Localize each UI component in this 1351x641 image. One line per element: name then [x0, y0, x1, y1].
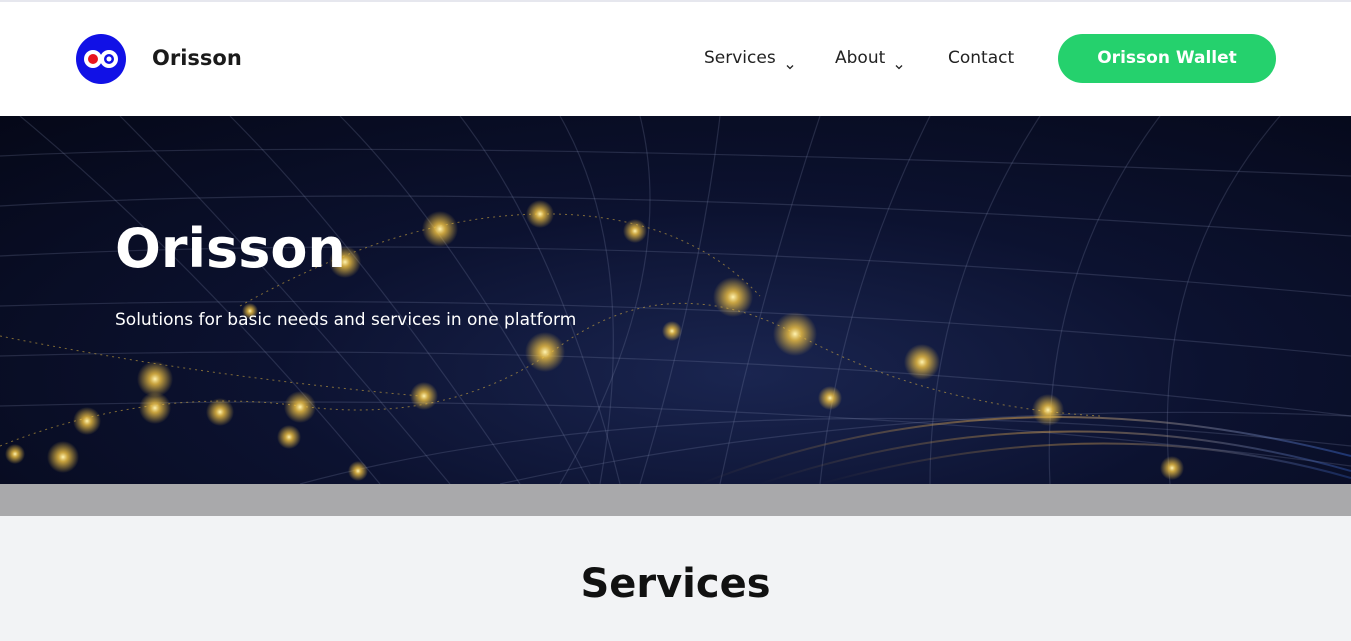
services-section: Services: [0, 516, 1351, 641]
section-divider: [0, 484, 1351, 516]
hero-title: Orisson: [115, 217, 346, 280]
orisson-wallet-button[interactable]: Orisson Wallet: [1058, 34, 1276, 83]
chevron-down-icon: [893, 52, 905, 70]
brand-name[interactable]: Orisson: [152, 42, 242, 74]
nav-contact-label: Contact: [948, 48, 1015, 68]
site-header: Orisson Services About Contact Orisson W…: [0, 2, 1351, 116]
orisson-logo-icon[interactable]: [76, 34, 126, 84]
chevron-down-icon: [784, 52, 796, 70]
nav-about[interactable]: About: [835, 42, 905, 74]
nav-services[interactable]: Services: [704, 42, 796, 74]
hero-subtitle: Solutions for basic needs and services i…: [115, 310, 577, 330]
nav-services-label: Services: [704, 48, 776, 68]
services-heading: Services: [580, 561, 771, 607]
network-background-image: [0, 116, 1351, 484]
hero-banner: Orisson Solutions for basic needs and se…: [0, 116, 1351, 484]
nav-contact[interactable]: Contact: [948, 42, 1014, 74]
nav-about-label: About: [835, 48, 886, 68]
